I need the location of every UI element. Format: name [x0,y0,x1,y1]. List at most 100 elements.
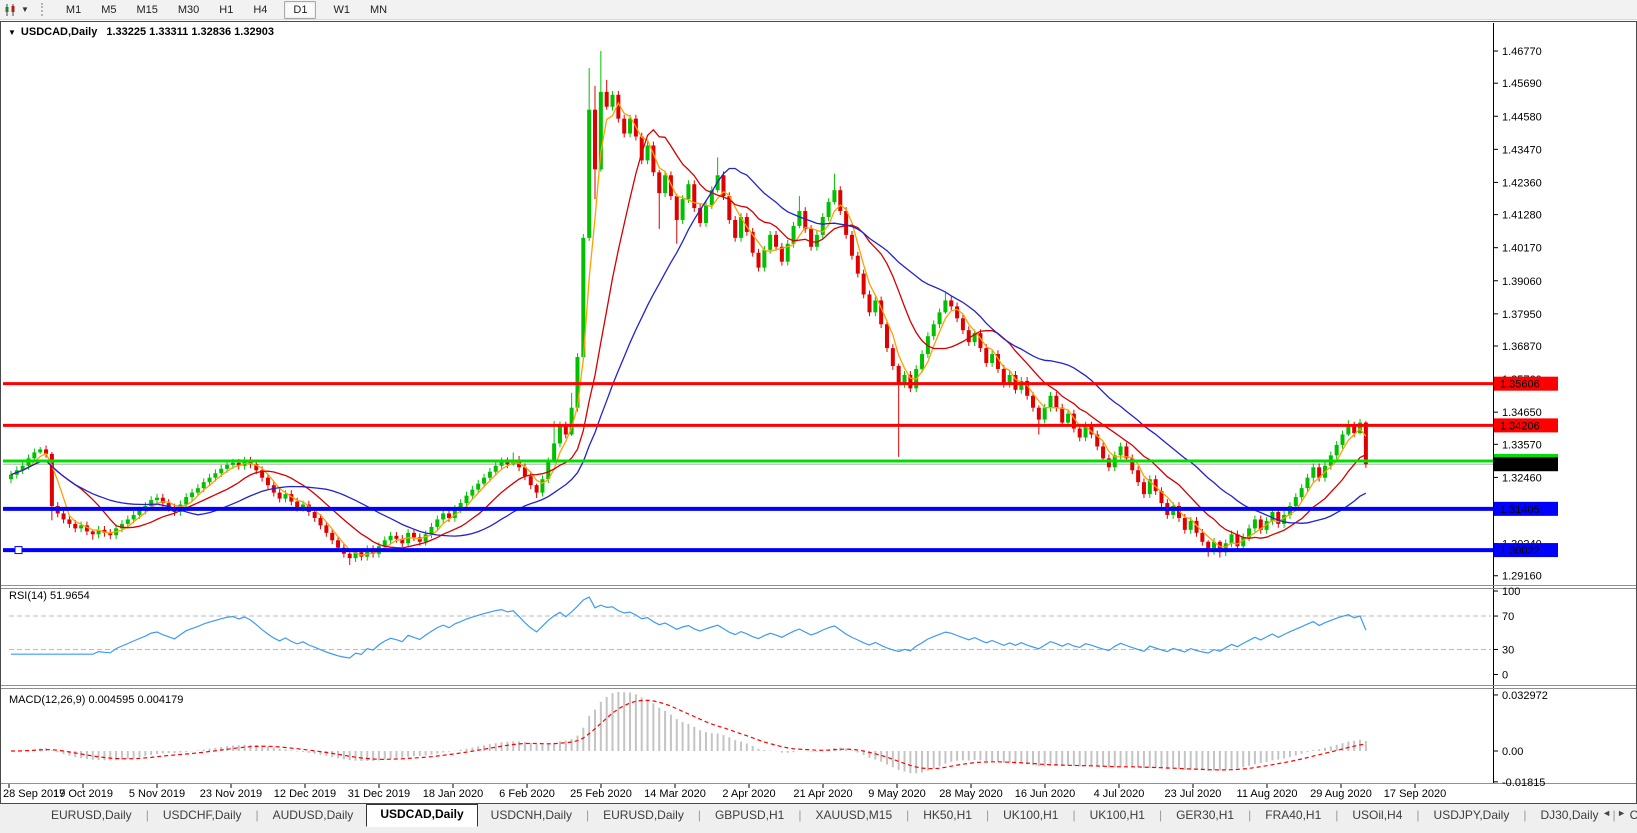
candle-body [1293,497,1298,507]
chart-window[interactable]: ▼ USDCAD,Daily 1.33225 1.33311 1.32836 1.3… [0,21,1637,804]
candle-body [885,324,889,349]
candle-body [1311,467,1316,478]
price-axis-label: 1.45690 [1502,78,1542,90]
timeframe-button-h4[interactable]: H4 [244,1,276,19]
candle-body [219,468,224,474]
timeframe-toolbar: ▼ M1 M5 M15 M30 H1 H4 D1 W1 MN [0,0,1637,20]
rsi-line [11,596,1367,659]
candle-body [277,492,282,499]
candle-body [388,535,393,541]
candle-body [838,190,843,212]
candle-body [557,425,562,444]
candle-body [920,354,925,369]
candle-body [563,425,568,435]
candle-body [190,492,195,498]
chart-tab-usoil-h4[interactable]: USOil,H4 [1339,806,1415,824]
candle-body [890,348,895,366]
timeframe-button-m5[interactable]: M5 [92,1,125,19]
candle-body [686,184,691,200]
candle-body [937,312,942,325]
price-axis-label: 1.33570 [1502,439,1542,451]
candle-body [1042,407,1047,420]
candle-body [1031,395,1035,408]
chart-tab-fra40-h1[interactable]: FRA40,H1 [1252,806,1334,824]
chart-tab-usdchf-daily[interactable]: USDCHF,Daily [150,806,255,824]
candle-body [1118,446,1123,456]
chart-tab-usdjpy-daily[interactable]: USDJPY,Daily [1421,806,1523,824]
chart-tab-audusd-daily[interactable]: AUDUSD,Daily [260,806,367,824]
timeframe-button-m30[interactable]: M30 [169,1,208,19]
candle-body [768,234,773,250]
candle-body [832,190,837,203]
timeframe-button-h1[interactable]: H1 [210,1,242,19]
timeframe-button-mn[interactable]: MN [361,1,396,19]
timeframe-button-d1[interactable]: D1 [284,0,317,19]
candle-body [534,485,539,493]
candle-body [1200,532,1205,542]
candle-body [657,172,662,194]
candle-body [394,535,399,539]
scroll-left-icon[interactable]: ◄ [1602,808,1617,818]
chart-tab-dj30-daily[interactable]: DJ30,Daily [1527,806,1611,824]
date-axis-label: 6 Feb 2020 [499,788,555,800]
chart-type-button[interactable]: ▼ [4,3,29,17]
candle-body [960,318,965,331]
chart-tab-usdcad-daily[interactable]: USDCAD,Daily [366,803,478,827]
candle-body [984,348,989,363]
candlestick-chart-icon [5,3,15,16]
candle-body [1346,425,1351,435]
chart-tab-bar: EURUSD,Daily | USDCHF,Daily | AUDUSD,Daily US… [0,803,1637,833]
date-axis-label: 4 Jul 2020 [1094,788,1145,800]
date-axis-label: 16 Jun 2020 [1015,788,1076,800]
candle-body [435,519,440,527]
candle-body [733,219,738,238]
candle-body [149,500,154,507]
candle-body [265,477,270,486]
date-axis-label: 5 Nov 2019 [129,788,185,800]
candle-body [9,474,13,480]
scroll-right-icon[interactable]: ► [1617,808,1632,818]
chart-tab-ger30-h1[interactable]: GER30,H1 [1163,806,1247,824]
candle-body [528,476,533,486]
candle-body [703,205,708,223]
candle-body [1229,534,1234,544]
fast-ma-line [10,101,1367,556]
candle-body [312,511,317,518]
price-axis-label: 1.44580 [1502,111,1542,123]
candle-body [201,482,206,489]
timeframe-button-w1[interactable]: W1 [324,1,359,19]
chart-canvas[interactable]: 1.46770 1.45690 1.44580 1.43470 1.42360 1.412… [1,22,1636,803]
chevron-down-icon: ▼ [21,5,29,14]
candle-body [487,471,492,478]
timeframe-buttons: M1 M5 M15 M30 H1 H4 D1 W1 MN [56,0,397,19]
chart-tab-hk50-h1[interactable]: HK50,H1 [910,806,985,824]
chart-tab-xauusd-m15[interactable]: XAUUSD,M15 [802,806,905,824]
candle-body [1048,395,1053,408]
candle-body [207,477,212,483]
candle-body [1252,519,1257,529]
chart-tab-eurusd-daily[interactable]: EURUSD,Daily [590,806,697,824]
candle-body [1001,368,1006,384]
candle-body [896,365,901,384]
timeframe-button-m15[interactable]: M15 [127,1,166,19]
candle-body [464,495,469,504]
chart-tab-gbpusd-h1[interactable]: GBPUSD,H1 [702,806,797,824]
candle-body [195,488,200,493]
candle-body [79,525,84,529]
chart-tab-uk100-h1[interactable]: UK100,H1 [990,806,1071,824]
timeframe-button-m1[interactable]: M1 [57,1,90,19]
candle-body [797,211,802,226]
rsi-axis-label: 100 [1502,586,1520,598]
chart-tab-usdcnh-daily[interactable]: USDCNH,Daily [478,806,585,824]
candle-body [155,497,159,501]
date-axis-label: 23 Jul 2020 [1165,788,1222,800]
chart-tab-eurusd-daily[interactable]: EURUSD,Daily [38,806,145,824]
candle-body [861,273,866,295]
candle-body [137,510,142,515]
candle-body [125,519,130,524]
candle-body [318,517,323,526]
candle-body [762,249,767,268]
chart-tab-uk100-h1[interactable]: UK100,H1 [1077,806,1158,824]
candle-body [1136,470,1141,483]
rsi-axis-label: 30 [1502,644,1514,656]
